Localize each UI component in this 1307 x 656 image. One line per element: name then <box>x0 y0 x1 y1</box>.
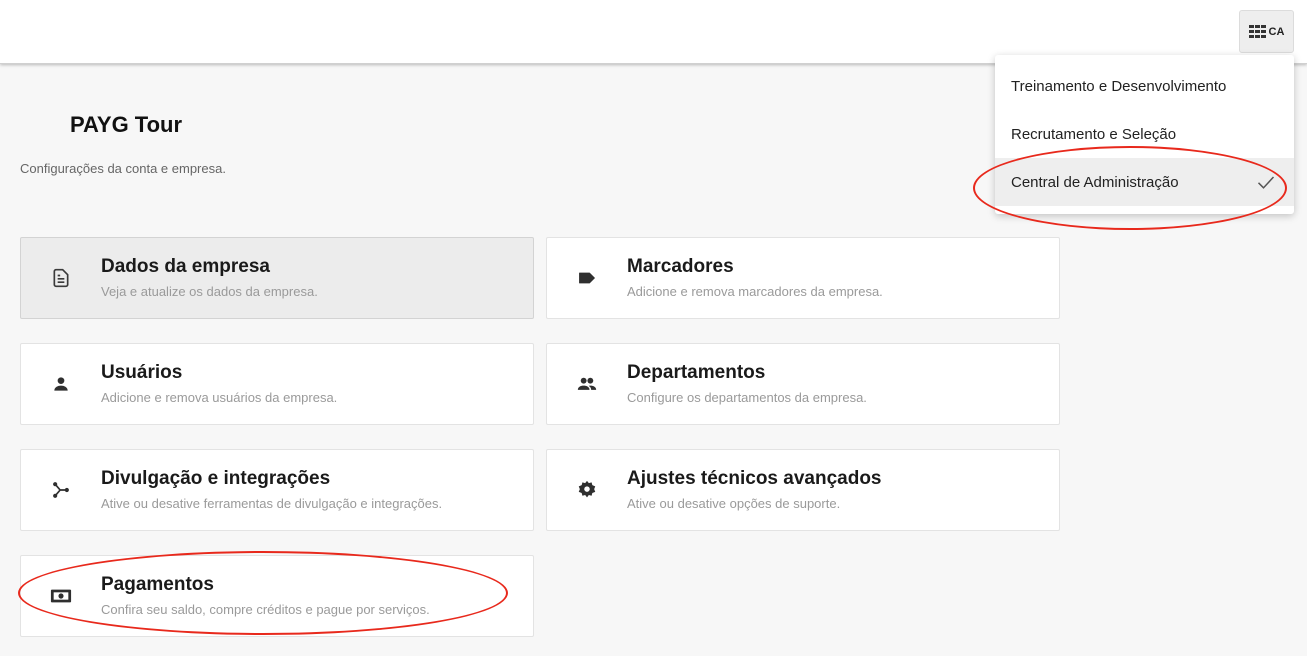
tag-icon <box>575 266 599 290</box>
card-ajustes-tecnicos-avancados[interactable]: Ajustes técnicos avançados Ative ou desa… <box>546 449 1060 531</box>
card-divulgacao-e-integracoes[interactable]: Divulgação e integrações Ative ou desati… <box>20 449 534 531</box>
menu-item-treinamento[interactable]: Treinamento e Desenvolvimento <box>995 62 1294 110</box>
person-icon <box>49 372 73 396</box>
card-description: Veja e atualize os dados da empresa. <box>101 284 318 299</box>
card-title: Divulgação e integrações <box>101 468 331 489</box>
card-marcadores[interactable]: Marcadores Adicione e remova marcadores … <box>546 237 1060 319</box>
card-description: Ative ou desative opções de suporte. <box>627 496 841 511</box>
page-title: PAYG Tour <box>70 112 183 137</box>
menu-item-label: Recrutamento e Seleção <box>1011 125 1177 143</box>
card-title: Departamentos <box>627 362 766 383</box>
card-title: Usuários <box>101 362 183 383</box>
card-description: Adicione e remova usuários da empresa. <box>101 390 338 405</box>
card-title: Dados da empresa <box>101 256 270 277</box>
card-departamentos[interactable]: Departamentos Configure os departamentos… <box>546 343 1060 425</box>
apps-grid-icon <box>1248 25 1266 38</box>
card-description: Adicione e remova marcadores da empresa. <box>627 284 883 299</box>
menu-item-label: Treinamento e Desenvolvimento <box>1011 77 1227 95</box>
card-description: Confira seu saldo, compre créditos e pag… <box>101 602 430 617</box>
document-icon <box>49 266 73 290</box>
app-switcher-button[interactable]: CA <box>1239 10 1294 53</box>
card-dados-da-empresa[interactable]: Dados da empresa Veja e atualize os dado… <box>20 237 534 319</box>
menu-item-recrutamento[interactable]: Recrutamento e Seleção <box>995 110 1294 158</box>
card-description: Ative ou desative ferramentas de divulga… <box>101 496 443 511</box>
app-switcher-menu: Treinamento e Desenvolvimento Recrutamen… <box>995 55 1294 214</box>
card-pagamentos[interactable]: Pagamentos Confira seu saldo, compre cré… <box>20 555 534 637</box>
card-title: Pagamentos <box>101 574 214 595</box>
money-icon <box>49 584 73 608</box>
card-title: Marcadores <box>627 256 734 277</box>
checkmark-icon <box>1257 176 1275 189</box>
page-subtitle: Configurações da conta e empresa. <box>20 161 226 176</box>
menu-item-central-administracao[interactable]: Central de Administração <box>995 158 1294 206</box>
card-description: Configure os departamentos da empresa. <box>627 390 867 405</box>
card-title: Ajustes técnicos avançados <box>627 468 882 489</box>
share-icon <box>49 478 73 502</box>
menu-item-label: Central de Administração <box>1011 173 1179 191</box>
people-icon <box>575 372 599 396</box>
app-switcher-label: CA <box>1268 25 1285 38</box>
gear-icon <box>575 478 599 502</box>
card-usuarios[interactable]: Usuários Adicione e remova usuários da e… <box>20 343 534 425</box>
